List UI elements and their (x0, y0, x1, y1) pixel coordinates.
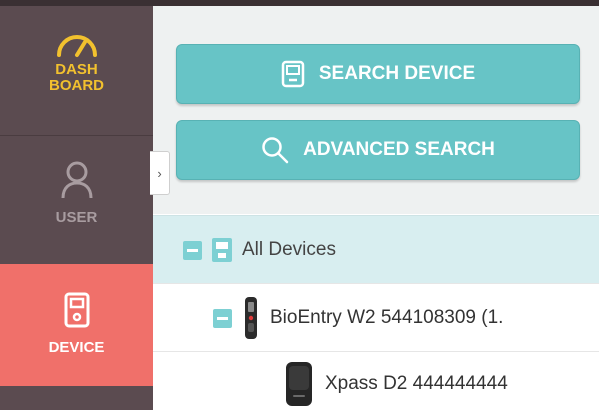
tree-item-all-devices[interactable]: All Devices (183, 236, 336, 264)
device-icon (64, 292, 89, 328)
search-device-label: SEARCH DEVICE (318, 63, 476, 84)
bioentry-device-icon (245, 297, 257, 339)
device-group-icon (212, 238, 232, 262)
sidebar-item-dashboard[interactable]: DASH BOARD (0, 6, 153, 136)
collapse-toggle-icon[interactable] (183, 240, 202, 260)
advanced-search-label: ADVANCED SEARCH (303, 139, 495, 160)
gauge-icon (56, 35, 97, 57)
sidebar-item-device[interactable]: DEVICE (0, 264, 153, 386)
sidebar-item-label: DASH BOARD (49, 61, 104, 94)
tree-item-label: BioEntry W2 544108309 (1. (270, 307, 504, 328)
chevron-right-icon: › (157, 165, 162, 181)
advanced-search-button[interactable]: ADVANCED SEARCH (176, 120, 580, 180)
sidebar-item-label: USER (55, 209, 98, 226)
tree-item-bioentry[interactable]: BioEntry W2 544108309 (1. (213, 290, 503, 346)
tree-item-xpass[interactable]: Xpass D2 444444444 (283, 356, 508, 412)
tree-item-label: All Devices (242, 239, 336, 260)
user-icon (61, 161, 92, 199)
sidebar-item-label: DEVICE (48, 339, 105, 356)
tree-item-label: Xpass D2 444444444 (325, 373, 508, 394)
device-search-icon (281, 60, 305, 88)
divider (153, 351, 599, 352)
search-device-button[interactable]: SEARCH DEVICE (176, 44, 580, 104)
search-icon (262, 137, 289, 164)
collapse-sidebar-button[interactable]: › (150, 151, 170, 195)
search-panel (153, 6, 599, 214)
collapse-toggle-icon[interactable] (213, 308, 232, 328)
sidebar-item-more (0, 386, 153, 410)
sidebar-item-user[interactable]: USER (0, 136, 153, 263)
divider (153, 283, 599, 284)
xpass-device-icon (286, 362, 312, 406)
